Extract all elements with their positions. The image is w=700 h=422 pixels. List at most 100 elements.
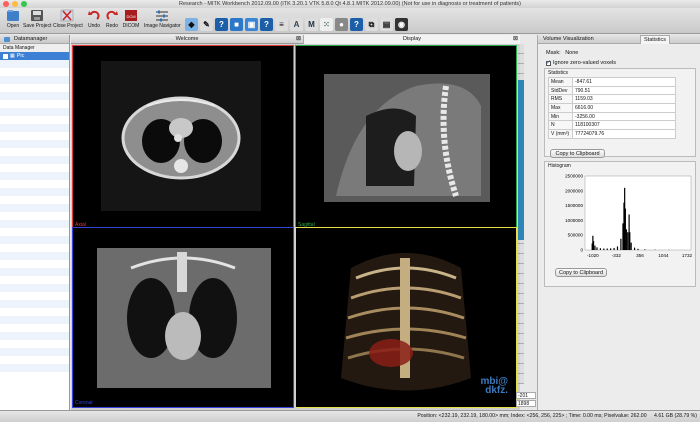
- list-item: [0, 324, 69, 332]
- screenshot-icon[interactable]: ◉: [395, 18, 408, 31]
- list-item: [0, 68, 69, 76]
- ignore-zero-checkbox[interactable]: Ignore zero-valued voxels: [546, 59, 616, 66]
- level-field[interactable]: -201: [516, 392, 536, 399]
- list-item: [0, 124, 69, 132]
- segmentation-icon[interactable]: ◆: [185, 18, 198, 31]
- histogram-bar: [613, 247, 615, 250]
- sagittal-view[interactable]: Sagittal: [295, 45, 517, 230]
- 3d-render-view[interactable]: mbi@ dkfz.: [295, 227, 517, 408]
- help-icon[interactable]: ?: [215, 18, 228, 31]
- redo-button[interactable]: Redo: [103, 9, 121, 33]
- tab-welcome[interactable]: Welcome ⊠: [71, 35, 304, 44]
- y-tick-label: 2500000: [565, 174, 583, 179]
- clip-icon[interactable]: ▤: [380, 18, 393, 31]
- data-node-item[interactable]: ▦ Pic: [0, 52, 69, 60]
- tracking-icon[interactable]: ⧉: [365, 18, 378, 31]
- dicom-label: DICOM: [122, 23, 140, 29]
- visibility-checkbox[interactable]: [3, 53, 8, 59]
- mask-row: Mask: None: [546, 50, 578, 56]
- list-item: [0, 252, 69, 260]
- open-button[interactable]: Open: [3, 9, 23, 33]
- window-field[interactable]: 1898: [516, 400, 536, 407]
- list-item: [0, 108, 69, 116]
- tab-statistics[interactable]: Statistics: [640, 35, 671, 44]
- image-navigator-button[interactable]: Image Navigator: [144, 9, 181, 33]
- copy-histogram-button[interactable]: Copy to Clipboard: [555, 268, 607, 277]
- volume-icon[interactable]: ■: [230, 18, 243, 31]
- close-project-button[interactable]: Close Project: [53, 9, 83, 33]
- table-row: V (mm³) 77724079.76: [548, 129, 676, 139]
- list-item: [0, 268, 69, 276]
- list-item: [0, 292, 69, 300]
- text-icon[interactable]: A: [290, 18, 303, 31]
- surface-icon[interactable]: ●: [335, 18, 348, 31]
- list-item: [0, 332, 69, 340]
- axial-view[interactable]: Axial: [72, 45, 294, 230]
- tab-volume-visualization-label: Volume Visualization: [543, 36, 594, 42]
- list-item: [0, 100, 69, 108]
- document-icon[interactable]: ≡: [275, 18, 288, 31]
- logo-line2: dkfz.: [485, 385, 508, 396]
- close-icon[interactable]: ⊠: [296, 35, 301, 44]
- table-row: RMS 1159.03: [548, 94, 676, 105]
- list-item: [0, 188, 69, 196]
- mask-label: Mask:: [546, 50, 561, 56]
- levelwindow-slider[interactable]: [518, 80, 524, 240]
- data-node-label: Pic: [16, 53, 25, 59]
- window-title: Research - MITK Workbench 2012.09.00 (IT…: [179, 1, 521, 7]
- histogram-bar: [622, 223, 624, 250]
- mesh-icon[interactable]: M: [305, 18, 318, 31]
- undo-icon: [88, 10, 100, 20]
- sagittal-ct-image: [324, 74, 490, 202]
- close-icon[interactable]: ⊠: [513, 35, 518, 44]
- histogram-bar: [592, 241, 595, 250]
- datamanager-tab-label: Datamanager: [14, 36, 48, 42]
- undo-button[interactable]: Undo: [85, 9, 103, 33]
- save-project-button[interactable]: Save Project: [23, 9, 51, 33]
- histogram-bar: [644, 249, 646, 250]
- y-tick-label: 0: [580, 248, 583, 253]
- copy-statistics-button[interactable]: Copy to Clipboard: [550, 149, 605, 158]
- list-item: [0, 60, 69, 68]
- x-tick-label: 1044: [658, 253, 669, 258]
- registration-icon[interactable]: ▣: [245, 18, 258, 31]
- table-row: Mean -847.61: [548, 77, 676, 87]
- y-tick-label: 1500000: [565, 203, 583, 208]
- list-item: [0, 244, 69, 252]
- list-item: [0, 340, 69, 348]
- info-icon[interactable]: ?: [260, 18, 273, 31]
- image-navigator-label: Image Navigator: [144, 23, 181, 29]
- list-item: [0, 276, 69, 284]
- list-item: [0, 116, 69, 124]
- histogram-bar: [627, 232, 629, 250]
- histogram-bar: [599, 248, 601, 250]
- stat-key: Max: [548, 103, 573, 113]
- redo-icon: [106, 10, 118, 20]
- tools-icon[interactable]: ?: [350, 18, 363, 31]
- zoom-window-button[interactable]: [21, 1, 27, 7]
- points-icon[interactable]: ⁙: [320, 18, 333, 31]
- sliders-icon: [156, 10, 168, 22]
- list-item: [0, 196, 69, 204]
- mask-value: None: [565, 50, 579, 56]
- list-item: [0, 92, 69, 100]
- histogram-bar: [629, 232, 631, 250]
- status-position-text: Position: <232.19, 232.19, 180.00> mm; I…: [417, 413, 647, 419]
- measurement-icon[interactable]: ✎: [200, 18, 213, 31]
- tab-volume-visualization[interactable]: Volume Visualization: [540, 35, 597, 44]
- minimize-window-button[interactable]: [12, 1, 18, 7]
- dicom-button[interactable]: DCM DICOM: [122, 9, 140, 33]
- list-item: [0, 164, 69, 172]
- table-row: Max 6616.00: [548, 103, 676, 113]
- statistics-title: Statistics: [548, 70, 569, 76]
- histogram-bar: [625, 229, 627, 250]
- plot-area: [584, 175, 692, 251]
- stat-key: Min: [548, 111, 573, 122]
- coronal-view[interactable]: Coronal: [72, 227, 294, 408]
- tab-display[interactable]: Display ⊠: [304, 35, 520, 44]
- save-project-label: Save Project: [23, 23, 52, 29]
- datamanager-tab[interactable]: Datamanager: [0, 35, 69, 44]
- close-window-button[interactable]: [3, 1, 9, 7]
- list-item: [0, 76, 69, 84]
- x-tick-label: -1020: [587, 253, 599, 258]
